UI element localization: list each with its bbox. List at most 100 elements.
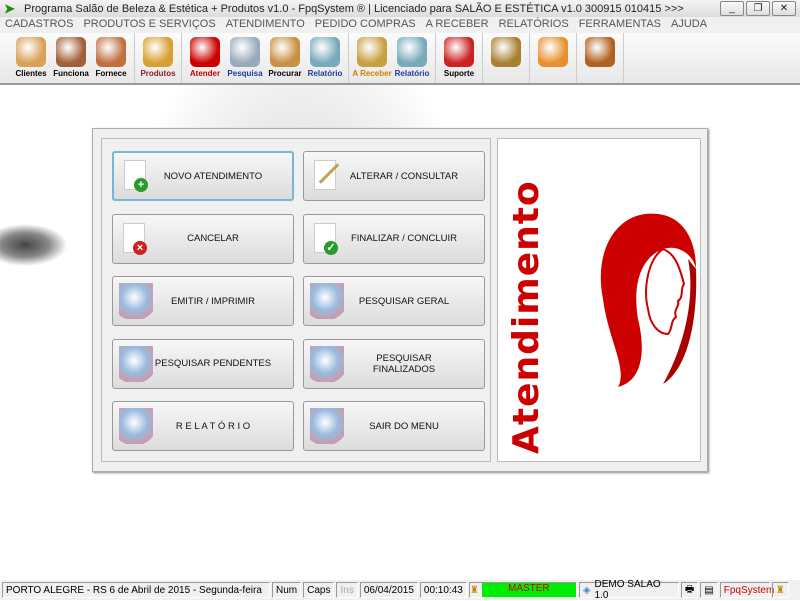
cancelar-button[interactable]: × CANCELAR	[112, 213, 294, 264]
employees-icon	[56, 37, 86, 67]
pencil-icon	[310, 158, 344, 194]
users-icon	[16, 37, 46, 67]
status-ins: Ins	[336, 582, 358, 598]
alterar-consultar-button[interactable]: ALTERAR / CONSULTAR	[303, 151, 485, 201]
status-time: 00:10:43	[419, 582, 467, 598]
toolbar-group: Produtos	[135, 33, 182, 83]
toolbar-button-procurar[interactable]: Procurar	[265, 33, 305, 83]
button-label: NOVO ATENDIMENTO	[163, 170, 263, 182]
toolbar-label: Clientes	[15, 69, 47, 78]
search-docs-icon	[230, 37, 260, 67]
search-chart-icon	[310, 283, 344, 319]
toolbar-group: Atender Pesquisa Procurar Relatório	[182, 33, 349, 83]
network-status-icon[interactable]: ▤	[700, 582, 718, 598]
menu-pedido-compras[interactable]: PEDIDO COMPRAS	[310, 17, 421, 33]
menu-ajuda[interactable]: AJUDA	[666, 17, 712, 33]
toolbar-label: Funciona	[53, 69, 89, 78]
pesquisarpendentes-button[interactable]: PESQUISAR PENDENTES	[112, 338, 294, 389]
toolbar-button-coin[interactable]	[486, 33, 526, 83]
toolbar-label: A Receber	[352, 69, 392, 78]
banner-title: Atendimento	[506, 180, 547, 454]
status-num: Num	[272, 582, 302, 598]
toolbar-label: Produtos	[140, 69, 176, 78]
menu-produtos-e-servi-os[interactable]: PRODUTOS E SERVIÇOS	[78, 17, 220, 33]
printer-icon	[397, 37, 427, 67]
menu-bar: CADASTROS PRODUTOS E SERVIÇOS ATENDIMENTO P…	[0, 17, 800, 33]
pesquisargeral-button[interactable]: PESQUISAR GERAL	[303, 276, 485, 326]
file-drawer-icon	[270, 37, 300, 67]
toolbar-button-funciona[interactable]: Funciona	[51, 33, 91, 83]
button-label: R E L A T Ó R I O	[175, 420, 251, 432]
pesquisarfinalizados-button[interactable]: PESQUISAR FINALIZADOS	[303, 338, 485, 389]
toolbar-button-exit-door[interactable]	[580, 33, 620, 83]
exit-door-icon	[585, 37, 615, 67]
woman-profile-logo-icon	[600, 213, 697, 387]
toolbar-button-clientes[interactable]: Clientes	[11, 33, 51, 83]
restore-button[interactable]: ❐	[746, 1, 770, 16]
status-date: 06/04/2015	[359, 582, 418, 598]
menu-a-receber[interactable]: A RECEBER	[421, 17, 494, 33]
toolbar-group	[530, 33, 577, 83]
exit-icon	[310, 408, 344, 444]
toolbar-button-calculator[interactable]	[533, 33, 573, 83]
relat-rio-button[interactable]: R E L A T Ó R I O	[112, 401, 294, 451]
toolbar-group	[483, 33, 530, 83]
button-label: CANCELAR	[187, 233, 239, 244]
person-print-icon	[119, 283, 153, 319]
toolbar-button-a-receber[interactable]: A Receber	[352, 33, 392, 83]
calculator-icon	[538, 37, 568, 67]
toolbar-label	[552, 69, 554, 78]
status-caps: Caps	[303, 582, 335, 598]
check-document-icon: ✓	[310, 221, 344, 257]
printer-status-icon[interactable]: 🖶	[680, 582, 699, 598]
toolbar-group: Clientes Funciona Fornece	[8, 33, 135, 83]
toolbar-button-fornece[interactable]: Fornece	[91, 33, 131, 83]
menu-relat-rios[interactable]: RELATÓRIOS	[494, 17, 574, 33]
toolbar-label: Relatório	[394, 69, 430, 78]
status-location: PORTO ALEGRE - RS 6 de Abril de 2015 - S…	[2, 582, 270, 598]
status-bar: PORTO ALEGRE - RS 6 de Abril de 2015 - S…	[0, 579, 800, 601]
users-status-icon[interactable]: ♜	[771, 582, 789, 598]
minimize-button[interactable]: _	[720, 1, 744, 16]
finalizar-concluir-button[interactable]: ✓ FINALIZAR / CONCLUIR	[303, 213, 485, 264]
toolbar-label: Procurar	[268, 69, 302, 78]
support-agent-icon	[444, 37, 474, 67]
toolbar-button-atender[interactable]: Atender	[185, 33, 225, 83]
toolbar-label	[505, 69, 507, 78]
status-user: ♜ MASTER	[468, 582, 577, 598]
search-chart-icon	[119, 345, 153, 382]
status-user-name: MASTER	[481, 583, 576, 597]
toolbar-group	[577, 33, 624, 83]
button-label: ALTERAR / CONSULTAR	[349, 170, 459, 182]
menu-ferramentas[interactable]: FERRAMENTAS	[574, 17, 666, 33]
toolbar-label: Fornece	[95, 69, 127, 78]
supplier-icon	[96, 37, 126, 67]
printer-icon	[119, 408, 153, 444]
toolbar-label	[599, 69, 601, 78]
menu-cadastros[interactable]: CADASTROS	[0, 17, 78, 33]
menu-atendimento[interactable]: ATENDIMENTO	[221, 17, 310, 33]
new-document-icon: +	[120, 158, 154, 194]
toolbar-label: Suporte	[443, 69, 475, 78]
novoatendimento-button[interactable]: + NOVO ATENDIMENTO	[112, 151, 294, 201]
toolbar-button-relat-rio[interactable]: Relatório	[305, 33, 345, 83]
toolbar-button-produtos[interactable]: Produtos	[138, 33, 178, 83]
button-label: PESQUISAR GERAL	[358, 295, 450, 307]
close-button[interactable]: ✕	[772, 1, 796, 16]
app-logo-icon: ➤	[4, 0, 15, 16]
emitir-imprimir-button[interactable]: EMITIR / IMPRIMIR	[112, 276, 294, 326]
toolbar-button-suporte[interactable]: Suporte	[439, 33, 479, 83]
button-label: SAIR DO MENU	[369, 420, 439, 432]
database-icon: ◈	[582, 584, 591, 596]
toolbar-button-relat-rio[interactable]: Relatório	[392, 33, 432, 83]
toolbar-group: Suporte	[436, 33, 483, 83]
button-grid: + NOVO ATENDIMENTO ALTERAR / CONSULTAR × CAN…	[101, 138, 491, 462]
sairdomenu-button[interactable]: SAIR DO MENU	[303, 401, 485, 451]
coin-icon	[491, 37, 521, 67]
side-banner: Atendimento	[497, 138, 701, 462]
atendimento-panel: + NOVO ATENDIMENTO ALTERAR / CONSULTAR × CAN…	[92, 128, 708, 472]
toolbar-label: Atender	[189, 69, 221, 78]
printer-icon	[310, 37, 340, 67]
toolbar-button-pesquisa[interactable]: Pesquisa	[225, 33, 265, 83]
button-label: EMITIR / IMPRIMIR	[171, 295, 255, 307]
